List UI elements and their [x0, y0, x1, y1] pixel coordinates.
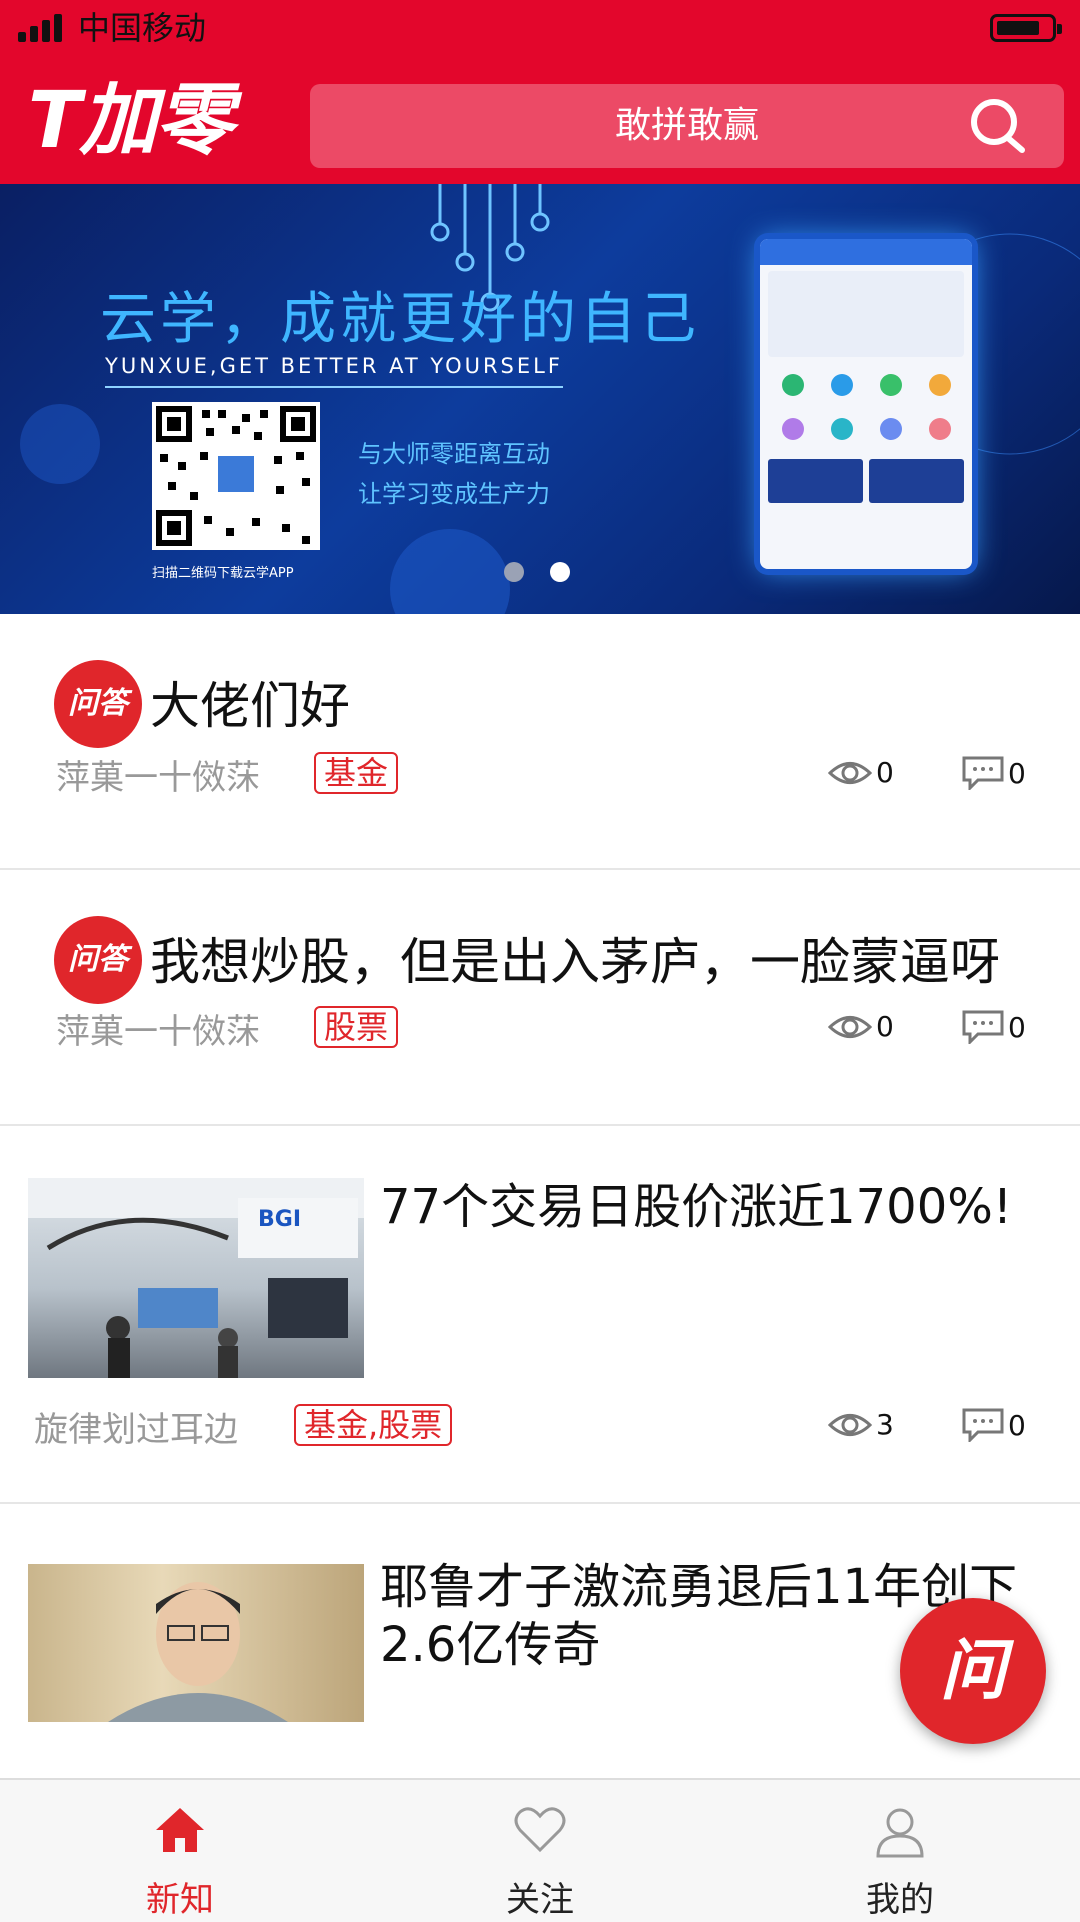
post-title[interactable]: 77个交易日股价涨近1700%!	[380, 1178, 1030, 1236]
qr-caption: 扫描二维码下载云学APP	[152, 566, 294, 581]
post-author[interactable]: 萍菓一十傚莯	[56, 1004, 260, 1053]
status-bar: 中国移动	[0, 0, 1080, 58]
tab-label: 新知	[146, 1880, 214, 1920]
post-tag[interactable]: 股票	[314, 1006, 399, 1048]
tab-follow[interactable]: 关注	[360, 1780, 720, 1922]
promo-banner[interactable]: 云学，成就更好的自己 YUNXUE,GET BETTER AT YOURSELF…	[0, 184, 1080, 614]
user-icon	[876, 1808, 924, 1858]
view-count: 0	[828, 1010, 894, 1043]
slogan-line-1: 与大师零距离互动	[358, 440, 550, 468]
tab-label: 我的	[866, 1880, 934, 1920]
view-count-value: 3	[876, 1408, 894, 1441]
qr-code-image	[152, 402, 320, 550]
post-title[interactable]: 我想炒股，但是出入茅庐，一脸蒙逼呀	[150, 922, 1000, 994]
bottom-tab-bar: 新知 关注 我的	[0, 1778, 1080, 1922]
svg-text:BGI: BGI	[258, 1207, 301, 1232]
phone-mockup-image	[760, 239, 972, 569]
view-count: 0	[828, 756, 894, 789]
search-placeholder: 敢拼敢赢	[614, 105, 759, 146]
view-count: 3	[828, 1408, 894, 1441]
post-tag[interactable]: 基金	[314, 752, 399, 794]
carrier-name: 中国移动	[78, 9, 207, 47]
feed-item[interactable]: 问答 大佬们好 萍菓一十傚莯 基金 0 0	[0, 614, 1080, 870]
post-title[interactable]: 大佬们好	[150, 666, 350, 738]
home-icon	[156, 1808, 204, 1852]
comment-count[interactable]: 0	[962, 1010, 1026, 1044]
banner-slogan: 与大师零距离互动 让学习变成生产力	[358, 434, 550, 514]
tab-profile[interactable]: 我的	[720, 1780, 1080, 1922]
eye-icon	[828, 1413, 872, 1436]
tab-home[interactable]: 新知	[0, 1780, 360, 1922]
comment-count[interactable]: 0	[962, 756, 1026, 790]
view-count-value: 0	[876, 756, 894, 789]
ask-question-button[interactable]: 问	[900, 1598, 1046, 1744]
news-feed: 问答 大佬们好 萍菓一十傚莯 基金 0 0 问答 我想炒股，但是出入茅庐，一脸蒙…	[0, 614, 1080, 1774]
view-count-value: 0	[876, 1010, 894, 1043]
eye-icon	[828, 1015, 872, 1038]
article-thumbnail[interactable]: BGI	[28, 1178, 364, 1378]
qa-badge-icon: 问答	[54, 660, 142, 748]
comment-count[interactable]: 0	[962, 1408, 1026, 1442]
feed-item[interactable]: BGI 77个交易日股价涨近1700%! 旋律划过耳边 基金,股票 3 0	[0, 1126, 1080, 1504]
comment-count-value: 0	[1008, 1010, 1026, 1044]
tab-label: 关注	[506, 1880, 574, 1920]
qa-badge-icon: 问答	[54, 916, 142, 1004]
signal-icon	[18, 14, 66, 42]
search-bar[interactable]: 敢拼敢赢	[310, 84, 1064, 168]
search-icon[interactable]	[966, 94, 1030, 158]
top-nav-bar: T加零 敢拼敢赢	[0, 58, 1080, 184]
comment-icon[interactable]	[962, 756, 1004, 790]
banner-subline: YUNXUE,GET BETTER AT YOURSELF	[105, 354, 563, 388]
carousel-dot-1[interactable]	[504, 562, 524, 582]
slogan-line-2: 让学习变成生产力	[358, 480, 550, 508]
carousel-dots[interactable]	[504, 562, 596, 586]
comment-icon[interactable]	[962, 1408, 1004, 1442]
heart-icon	[514, 1807, 566, 1853]
comment-count-value: 0	[1008, 1408, 1026, 1442]
feed-item[interactable]: 问答 我想炒股，但是出入茅庐，一脸蒙逼呀 萍菓一十傚莯 股票 0 0	[0, 870, 1080, 1126]
eye-icon	[828, 761, 872, 784]
carousel-dot-2[interactable]	[550, 562, 570, 582]
comment-count-value: 0	[1008, 756, 1026, 790]
battery-icon	[990, 14, 1062, 42]
app-logo[interactable]: T加零	[28, 76, 278, 166]
article-thumbnail[interactable]	[28, 1564, 364, 1744]
post-tag[interactable]: 基金,股票	[294, 1404, 453, 1446]
comment-icon[interactable]	[962, 1010, 1004, 1044]
post-author[interactable]: 萍菓一十傚莯	[56, 750, 260, 799]
banner-headline: 云学，成就更好的自己	[100, 287, 700, 352]
post-author[interactable]: 旋律划过耳边	[34, 1402, 238, 1451]
